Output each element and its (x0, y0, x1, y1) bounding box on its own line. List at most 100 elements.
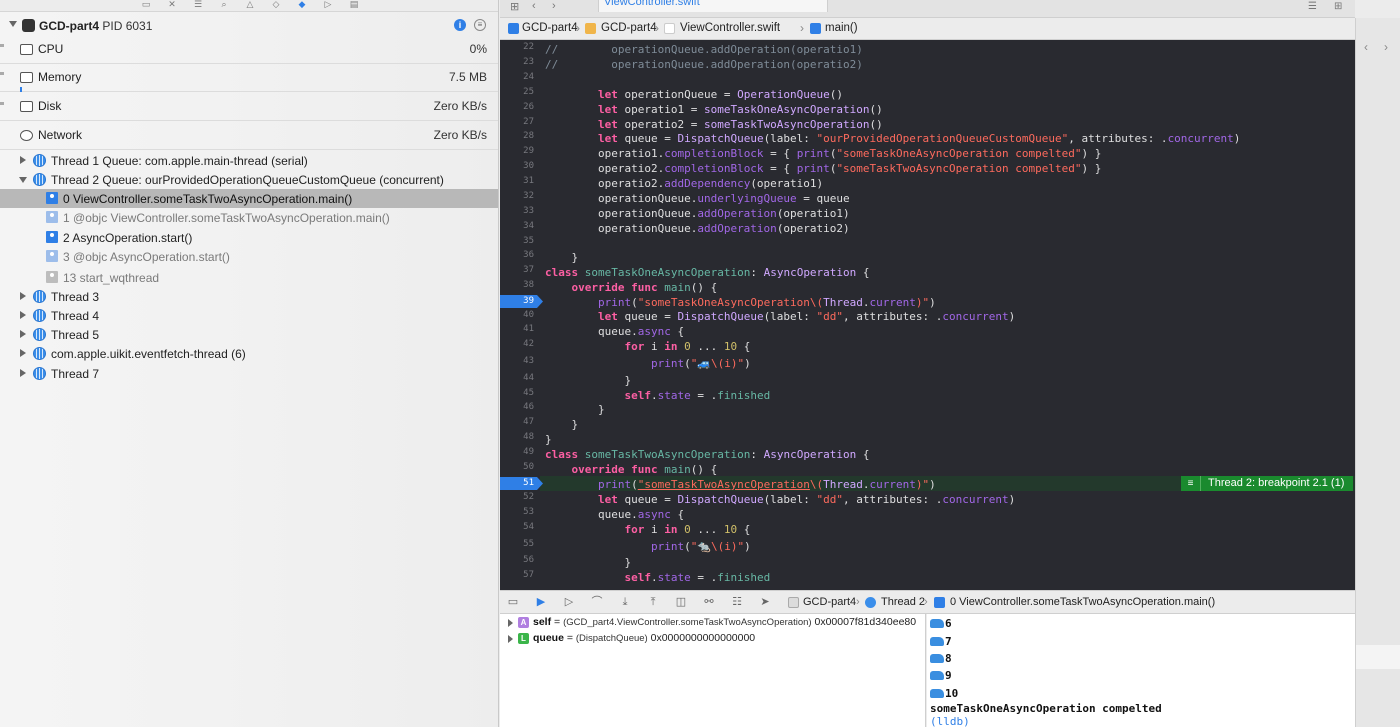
split-icon[interactable]: ⊞ (1334, 1, 1342, 12)
debug-crumb[interactable]: Thread 2 (881, 596, 925, 608)
variables-view[interactable]: A self = (GCD_part4.ViewController.someT… (500, 614, 926, 727)
lldb-prompt[interactable]: (lldb) (930, 714, 970, 727)
gauge-network[interactable]: Network Zero KB/s (0, 122, 498, 150)
thread-row[interactable]: Thread 4 (0, 306, 498, 325)
line-number[interactable]: 49 (500, 447, 534, 457)
thread-row[interactable]: Thread 5 (0, 325, 498, 344)
code-area[interactable]: // operationQueue.addOperation(operatio1… (545, 40, 1355, 590)
line-number[interactable]: 44 (500, 373, 534, 383)
report-icon[interactable]: ▤ (348, 0, 360, 10)
frame-row[interactable]: 2 AsyncOperation.start() (0, 228, 498, 247)
frame-row[interactable]: 13 start_wqthread (0, 268, 498, 287)
variable-row[interactable]: L queue = (DispatchQueue) 0x000000000000… (500, 631, 926, 647)
gauge-disk[interactable]: Disk Zero KB/s (0, 93, 498, 121)
disclosure-closed-icon[interactable] (20, 292, 26, 300)
jump-crumb[interactable]: main() (825, 22, 858, 34)
line-number[interactable]: 35 (500, 236, 534, 246)
gauge-memory[interactable]: Memory 7.5 MB (0, 64, 498, 92)
console-output[interactable]: 6 7 8 9 10 someTaskOneAsyncOperation com… (927, 614, 1355, 727)
line-number[interactable]: 22 (500, 42, 534, 52)
chevron-left-icon[interactable]: ‹ (1364, 40, 1368, 54)
info-icon[interactable]: i (454, 19, 466, 31)
process-row[interactable]: GCD-part4 PID 6031 i ≡ (0, 16, 498, 36)
continue-icon[interactable]: ▷ (562, 595, 576, 609)
disclosure-closed-icon[interactable] (508, 635, 513, 643)
frame-row[interactable]: 3 @objc AsyncOperation.start() (0, 247, 498, 266)
disclosure-open-icon[interactable] (19, 177, 27, 183)
line-number[interactable]: 38 (500, 280, 534, 290)
thread-row[interactable]: Thread 1 Queue: com.apple.main-thread (s… (0, 151, 498, 170)
line-number[interactable]: 28 (500, 131, 534, 141)
line-number[interactable]: 36 (500, 250, 534, 260)
hierarchy-icon[interactable]: ☰ (192, 0, 204, 10)
line-number[interactable]: 45 (500, 388, 534, 398)
memory-graph-icon[interactable]: ⚯ (702, 595, 716, 609)
thread-row[interactable]: com.apple.uikit.eventfetch-thread (6) (0, 344, 498, 363)
line-number[interactable]: 27 (500, 117, 534, 127)
jump-crumb[interactable]: GCD-part4 (601, 22, 657, 34)
disclosure-closed-icon[interactable] (508, 619, 513, 627)
line-number[interactable]: 54 (500, 522, 534, 532)
folder-icon[interactable]: ▭ (140, 0, 152, 10)
line-number[interactable]: 43 (500, 356, 534, 366)
breakpoint-marker[interactable]: 51 (500, 477, 543, 490)
step-over-icon[interactable]: ⌒ (590, 595, 604, 609)
line-number[interactable]: 31 (500, 176, 534, 186)
thread-row[interactable]: Thread 7 (0, 364, 498, 383)
line-number[interactable]: 40 (500, 310, 534, 320)
gauge-cpu[interactable]: CPU 0% (0, 36, 498, 64)
line-number[interactable]: 24 (500, 72, 534, 82)
test-icon[interactable]: ◇ (270, 0, 282, 10)
warning-icon[interactable]: △ (244, 0, 256, 10)
search-icon[interactable]: ⌕ (218, 0, 230, 10)
line-number[interactable]: 53 (500, 507, 534, 517)
line-number[interactable]: 41 (500, 324, 534, 334)
line-number[interactable]: 55 (500, 539, 534, 549)
line-number[interactable]: 23 (500, 57, 534, 67)
close-box-icon[interactable]: ✕ (166, 0, 178, 10)
grid-icon[interactable]: ⊞ (510, 0, 519, 13)
disclosure-open-icon[interactable] (9, 21, 17, 27)
line-number[interactable]: 32 (500, 191, 534, 201)
disclosure-closed-icon[interactable] (20, 369, 26, 377)
breakpoint-marker[interactable]: 39 (500, 295, 543, 308)
back-icon[interactable]: ‹ (532, 0, 536, 12)
line-number[interactable]: 47 (500, 417, 534, 427)
disclosure-closed-icon[interactable] (20, 156, 26, 164)
line-number[interactable]: 30 (500, 161, 534, 171)
options-icon[interactable]: ≡ (474, 19, 486, 31)
line-number[interactable]: 48 (500, 432, 534, 442)
breakpoints-toggle-icon[interactable]: ▶ (534, 595, 548, 609)
location-icon[interactable]: ➤ (758, 595, 772, 609)
thread-row[interactable]: Thread 3 (0, 287, 498, 306)
debug-crumb[interactable]: 0 ViewController.someTaskTwoAsyncOperati… (950, 596, 1215, 608)
breakpoint-navigator-icon[interactable]: ▷ (322, 0, 334, 10)
line-number[interactable]: 26 (500, 102, 534, 112)
line-number[interactable]: 29 (500, 146, 534, 156)
environment-icon[interactable]: ☷ (730, 595, 744, 609)
lines-icon[interactable]: ☰ (1308, 1, 1317, 12)
line-number[interactable]: 50 (500, 462, 534, 472)
line-number[interactable]: 42 (500, 339, 534, 349)
debug-crumb[interactable]: GCD-part4 (803, 596, 856, 608)
editor-tab-title[interactable]: ViewController.swift (604, 0, 700, 8)
line-number[interactable]: 52 (500, 492, 534, 502)
step-into-icon[interactable]: ⤓ (618, 595, 632, 609)
step-out-icon[interactable]: ⤒ (646, 595, 660, 609)
frame-row-selected[interactable]: 0 ViewController.someTaskTwoAsyncOperati… (0, 189, 498, 208)
disclosure-closed-icon[interactable] (20, 311, 26, 319)
variable-row[interactable]: A self = (GCD_part4.ViewController.someT… (500, 615, 926, 631)
disclosure-closed-icon[interactable] (20, 330, 26, 338)
line-number[interactable]: 34 (500, 221, 534, 231)
forward-icon[interactable]: › (552, 0, 556, 12)
line-number[interactable]: 57 (500, 570, 534, 580)
jump-crumb[interactable]: ViewController.swift (680, 22, 780, 34)
line-number[interactable]: 25 (500, 87, 534, 97)
chevron-right-icon[interactable]: › (1384, 40, 1388, 54)
jump-crumb[interactable]: GCD-part4 (522, 22, 578, 34)
debug-navigator-icon[interactable]: ◆ (296, 0, 308, 10)
thread-row[interactable]: Thread 2 Queue: ourProvidedOperationQueu… (0, 170, 498, 189)
line-number[interactable]: 46 (500, 402, 534, 412)
frame-row[interactable]: 1 @objc ViewController.someTaskTwoAsyncO… (0, 208, 498, 227)
line-number[interactable]: 33 (500, 206, 534, 216)
